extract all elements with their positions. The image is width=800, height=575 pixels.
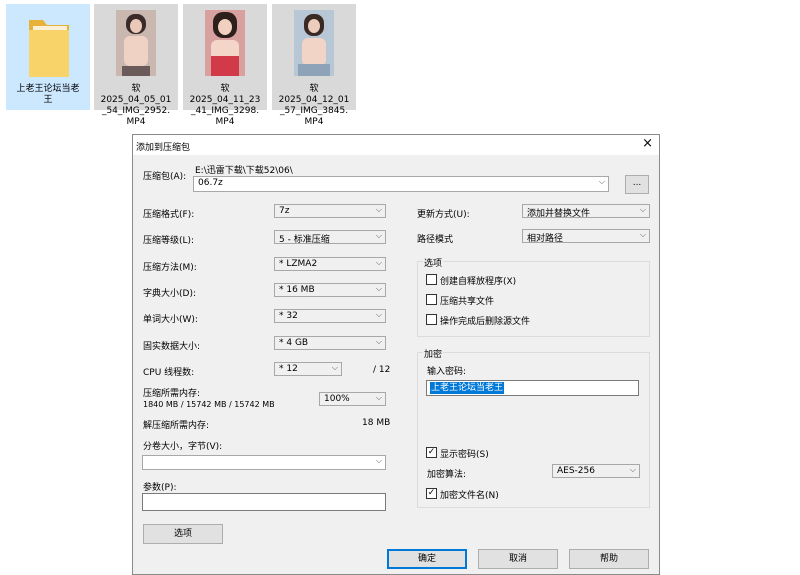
close-icon[interactable]: × [642, 136, 653, 152]
encrypt-names-checkbox[interactable]: ✓ [426, 488, 437, 499]
chevron-down-icon: ⌵ [375, 258, 382, 267]
file-name: 软 2025_04_12_01 _57_IMG_3845. MP4 [278, 84, 350, 127]
chevron-down-icon: ⌵ [598, 177, 605, 186]
password-input[interactable]: 上老王论坛当老王 [426, 380, 639, 396]
options-group-title: 选项 [423, 256, 444, 269]
method-value: * LZMA2 [279, 259, 318, 269]
video-thumbnail [205, 10, 245, 76]
solid-label: 固实数据大小: [143, 342, 201, 352]
path-label: 路径模式 [417, 235, 454, 245]
level-value: 5 - 标准压缩 [279, 235, 330, 245]
solid-combo[interactable]: * 4 GB ⌵ [274, 336, 386, 350]
video-thumbnail [294, 10, 334, 76]
mem-percent-combo[interactable]: 100% ⌵ [319, 392, 386, 406]
chevron-down-icon: ⌵ [375, 310, 382, 319]
folder-item[interactable]: 上老王论坛当老 王 [6, 4, 90, 110]
show-password-label: 显示密码(S) [440, 450, 489, 460]
chevron-down-icon: ⌵ [629, 465, 636, 474]
sfx-checkbox[interactable] [426, 274, 437, 285]
word-combo[interactable]: * 32 ⌵ [274, 309, 386, 323]
folder-icon [29, 20, 69, 77]
chevron-down-icon: ⌵ [639, 230, 646, 239]
word-value: * 32 [279, 311, 298, 321]
cpu-value: * 12 [279, 364, 298, 374]
video-thumbnail [116, 10, 156, 76]
mem-label: 压缩所需内存: [143, 389, 201, 399]
enc-method-label: 加密算法: [427, 470, 467, 480]
video-item[interactable]: 软 2025_04_11_23 _41_IMG_3298. MP4 [183, 4, 267, 127]
chevron-down-icon: ⌵ [331, 363, 338, 372]
archive-name-value: 06.7z [198, 178, 223, 188]
update-label: 更新方式(U): [417, 210, 470, 220]
split-label: 分卷大小，字节(V): [143, 442, 223, 452]
file-name: 软 2025_04_11_23 _41_IMG_3298. MP4 [189, 84, 261, 127]
dict-value: * 16 MB [279, 285, 315, 295]
archive-path: E:\迅雷下载\下载52\06\ [195, 166, 293, 176]
shared-label: 压缩共享文件 [440, 297, 495, 307]
params-input[interactable] [142, 493, 386, 511]
shared-checkbox[interactable] [426, 294, 437, 305]
mem-value: 1840 MB / 15742 MB / 15742 MB [143, 400, 275, 409]
format-combo[interactable]: 7z ⌵ [274, 204, 386, 218]
ok-button[interactable]: 确定 [387, 549, 467, 569]
enc-method-value: AES-256 [557, 466, 595, 476]
chevron-down-icon: ⌵ [375, 393, 382, 402]
encryption-group-title: 加密 [423, 347, 444, 360]
chevron-down-icon: ⌵ [375, 337, 382, 346]
file-name: 软 2025_04_05_01 _54_IMG_2952. MP4 [100, 84, 172, 127]
word-label: 单词大小(W): [143, 315, 198, 325]
level-label: 压缩等级(L): [143, 236, 195, 246]
file-name: 上老王论坛当老 王 [16, 84, 80, 105]
encrypt-names-label: 加密文件名(N) [440, 491, 499, 501]
cpu-combo[interactable]: * 12 ⌵ [274, 362, 342, 376]
dict-combo[interactable]: * 16 MB ⌵ [274, 283, 386, 297]
chevron-down-icon: ⌵ [375, 456, 382, 465]
cancel-button[interactable]: 取消 [478, 549, 558, 569]
solid-value: * 4 GB [279, 338, 309, 348]
add-to-archive-dialog: 添加到压缩包 × 压缩包(A): E:\迅雷下载\下载52\06\ 06.7z … [132, 134, 660, 575]
split-combo[interactable]: ⌵ [142, 455, 386, 470]
update-combo[interactable]: 添加并替换文件 ⌵ [522, 204, 650, 219]
decomp-label: 解压缩所需内存: [143, 421, 210, 431]
chevron-down-icon: ⌵ [375, 205, 382, 214]
update-value: 添加并替换文件 [527, 209, 591, 219]
video-item[interactable]: 软 2025_04_12_01 _57_IMG_3845. MP4 [272, 4, 356, 127]
browse-button[interactable]: ... [625, 175, 649, 194]
method-combo[interactable]: * LZMA2 ⌵ [274, 257, 386, 271]
archive-name-combo[interactable]: 06.7z ⌵ [193, 176, 609, 192]
format-value: 7z [279, 206, 290, 216]
path-value: 相对路径 [527, 234, 564, 244]
format-label: 压缩格式(F): [143, 210, 195, 220]
password-label: 输入密码: [427, 367, 467, 377]
show-password-checkbox[interactable]: ✓ [426, 447, 437, 458]
delete-label: 操作完成后删除源文件 [440, 317, 531, 327]
archive-label: 压缩包(A): [143, 172, 187, 182]
options-button[interactable]: 选项 [143, 524, 223, 544]
delete-checkbox[interactable] [426, 314, 437, 325]
params-label: 参数(P): [143, 483, 177, 493]
sfx-label: 创建自释放程序(X) [440, 277, 517, 287]
video-item[interactable]: 软 2025_04_05_01 _54_IMG_2952. MP4 [94, 4, 178, 127]
level-combo[interactable]: 5 - 标准压缩 ⌵ [274, 230, 386, 245]
cpu-label: CPU 线程数: [143, 368, 195, 378]
cpu-total: / 12 [373, 365, 391, 375]
dialog-title: 添加到压缩包 [136, 143, 191, 153]
decomp-value: 18 MB [362, 418, 391, 428]
chevron-down-icon: ⌵ [375, 231, 382, 240]
dict-label: 字典大小(D): [143, 289, 196, 299]
title-bar: 添加到压缩包 × [133, 135, 659, 155]
chevron-down-icon: ⌵ [375, 284, 382, 293]
method-label: 压缩方法(M): [143, 263, 197, 273]
password-value: 上老王论坛当老王 [430, 382, 505, 394]
chevron-down-icon: ⌵ [639, 205, 646, 214]
enc-method-combo[interactable]: AES-256 ⌵ [552, 464, 640, 478]
mem-percent-value: 100% [324, 394, 350, 404]
path-combo[interactable]: 相对路径 ⌵ [522, 229, 650, 244]
help-button[interactable]: 帮助 [569, 549, 649, 569]
